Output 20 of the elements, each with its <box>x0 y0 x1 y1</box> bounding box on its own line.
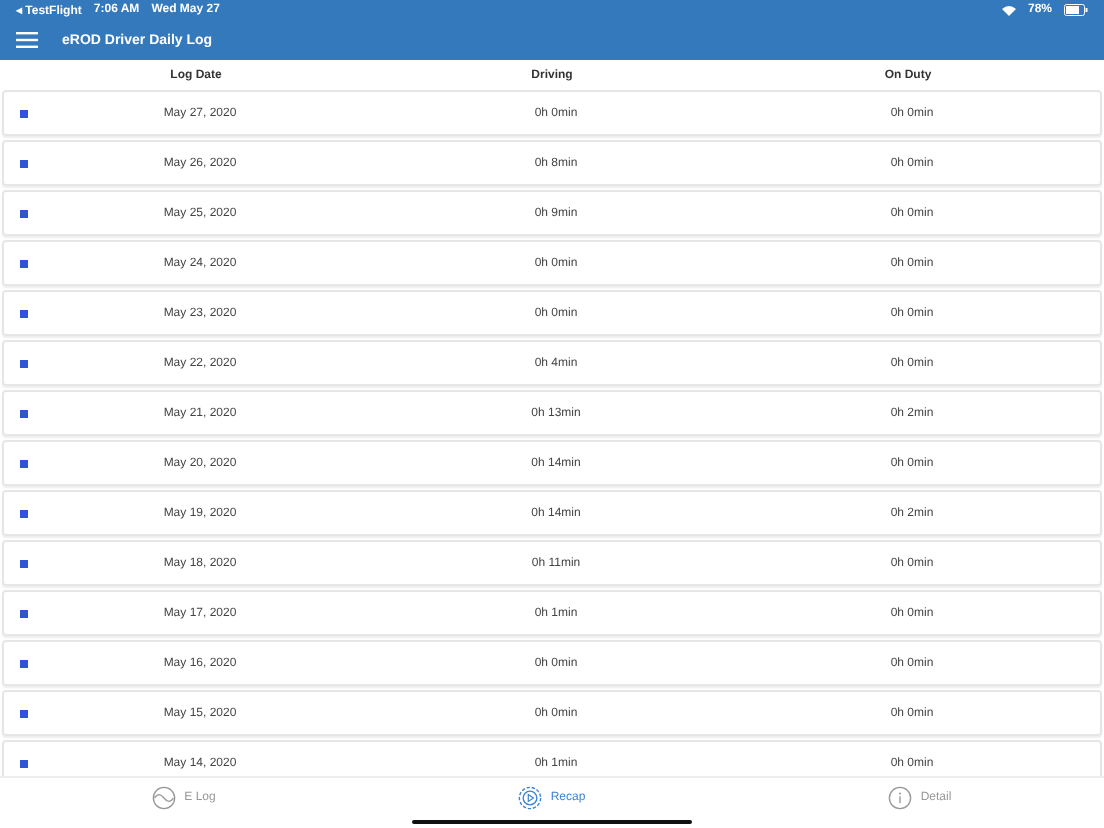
square-icon <box>20 559 28 567</box>
play-icon <box>518 786 543 810</box>
square-icon <box>20 109 28 117</box>
square-icon <box>20 309 28 317</box>
menu-icon[interactable] <box>16 32 38 48</box>
battery-icon <box>1064 4 1088 16</box>
square-icon <box>20 359 28 367</box>
wifi-icon <box>1001 5 1016 15</box>
info-icon <box>888 786 913 810</box>
wave-icon <box>152 786 177 810</box>
square-icon <box>20 259 28 267</box>
square-icon <box>20 659 28 667</box>
square-icon <box>20 409 28 417</box>
square-icon <box>20 459 28 467</box>
square-icon <box>20 209 28 217</box>
square-icon <box>20 509 28 517</box>
square-icon <box>20 709 28 717</box>
square-icon <box>20 759 28 767</box>
square-icon <box>20 159 28 167</box>
square-icon <box>20 609 28 617</box>
